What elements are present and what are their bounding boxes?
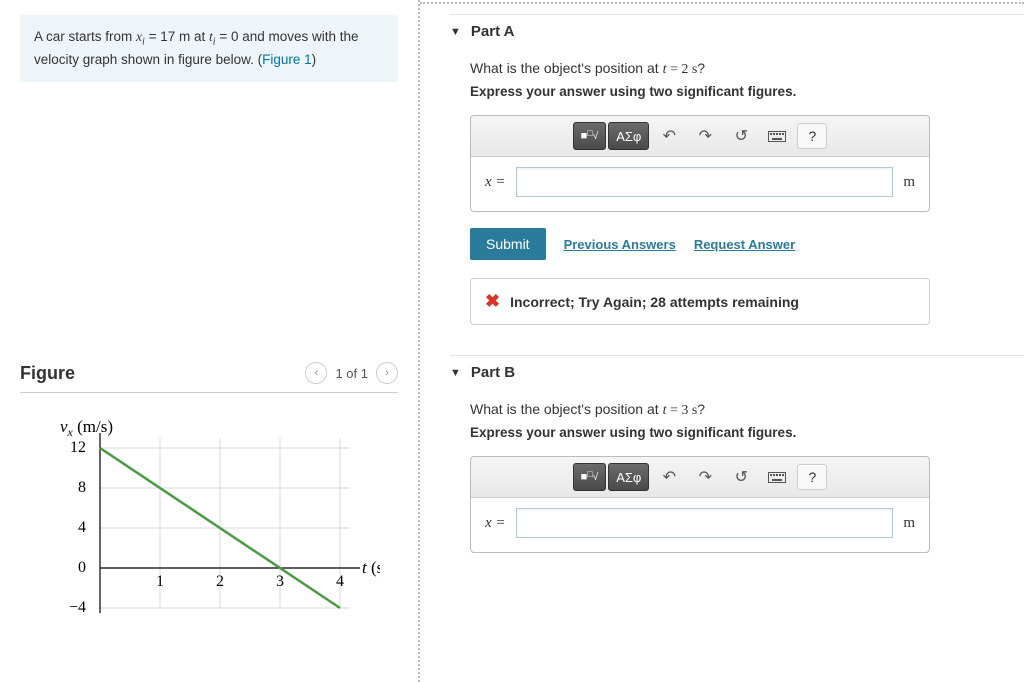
submit-button[interactable]: Submit (470, 228, 546, 260)
part-b-answer-box: ■□√ ΑΣφ ↶ ↷ ↺ ? x = m (470, 456, 930, 553)
feedback-text: Incorrect; Try Again; 28 attempts remain… (510, 294, 799, 310)
equation-toolbar: ■□√ ΑΣφ ↶ ↷ ↺ ? (471, 116, 929, 157)
keyboard-button[interactable] (761, 122, 793, 150)
svg-text:4: 4 (78, 519, 86, 536)
part-a-instruction: Express your answer using two significan… (470, 84, 1024, 99)
reset-button[interactable]: ↺ (725, 122, 757, 150)
previous-answers-link[interactable]: Previous Answers (564, 237, 676, 252)
figure-pager: ‹ 1 of 1 › (305, 362, 398, 384)
caret-down-icon: ▼ (450, 26, 461, 38)
templates-button[interactable]: ■□√ (573, 122, 607, 150)
reset-button[interactable]: ↺ (725, 463, 757, 491)
help-button[interactable]: ? (797, 464, 827, 490)
svg-text:t (s): t (s) (362, 558, 380, 577)
figure-link[interactable]: Figure 1 (262, 52, 312, 67)
svg-text:12: 12 (70, 439, 86, 456)
caret-down-icon: ▼ (450, 367, 461, 379)
unit-label: m (903, 174, 915, 191)
feedback-box: ✖ Incorrect; Try Again; 28 attempts rema… (470, 278, 930, 325)
part-a-answer-box: ■□√ ΑΣφ ↶ ↷ ↺ ? x = m (470, 115, 930, 212)
part-b-answer-input[interactable] (516, 508, 894, 538)
greek-button[interactable]: ΑΣφ (608, 122, 649, 150)
redo-button[interactable]: ↷ (689, 463, 721, 491)
svg-text:2: 2 (216, 573, 224, 590)
redo-button[interactable]: ↷ (689, 122, 721, 150)
greek-button[interactable]: ΑΣφ (608, 463, 649, 491)
svg-text:1: 1 (156, 573, 164, 590)
velocity-graph: 12 8 4 0 −4 1 2 3 4 vx (m/s) t (s) (20, 418, 398, 631)
part-b-header[interactable]: ▼ Part B (450, 355, 1024, 389)
incorrect-icon: ✖ (485, 291, 500, 312)
part-b-label: Part B (471, 364, 515, 381)
part-a-header[interactable]: ▼ Part A (450, 14, 1024, 48)
pager-next-button[interactable]: › (376, 362, 398, 384)
svg-text:8: 8 (78, 479, 86, 496)
variable-label: x = (485, 515, 506, 532)
pager-prev-button[interactable]: ‹ (305, 362, 327, 384)
svg-text:4: 4 (336, 573, 344, 590)
part-a-answer-input[interactable] (516, 167, 894, 197)
svg-text:vx (m/s): vx (m/s) (60, 418, 113, 439)
keyboard-icon (768, 472, 786, 483)
svg-text:−4: −4 (69, 599, 86, 616)
undo-button[interactable]: ↶ (653, 463, 685, 491)
keyboard-button[interactable] (761, 463, 793, 491)
request-answer-link[interactable]: Request Answer (694, 237, 795, 252)
variable-label: x = (485, 174, 506, 191)
keyboard-icon (768, 131, 786, 142)
templates-button[interactable]: ■□√ (573, 463, 607, 491)
figure-title: Figure (20, 363, 75, 384)
part-a-question: What is the object's position at t = 2 s… (470, 60, 1024, 78)
unit-label: m (903, 515, 915, 532)
part-b-instruction: Express your answer using two significan… (470, 425, 1024, 440)
part-a-label: Part A (471, 23, 515, 40)
equation-toolbar: ■□√ ΑΣφ ↶ ↷ ↺ ? (471, 457, 929, 498)
svg-text:3: 3 (276, 573, 284, 590)
problem-statement: A car starts from xi = 17 m at ti = 0 an… (20, 15, 398, 82)
svg-text:0: 0 (78, 559, 86, 576)
undo-button[interactable]: ↶ (653, 122, 685, 150)
part-b-question: What is the object's position at t = 3 s… (470, 401, 1024, 419)
help-button[interactable]: ? (797, 123, 827, 149)
